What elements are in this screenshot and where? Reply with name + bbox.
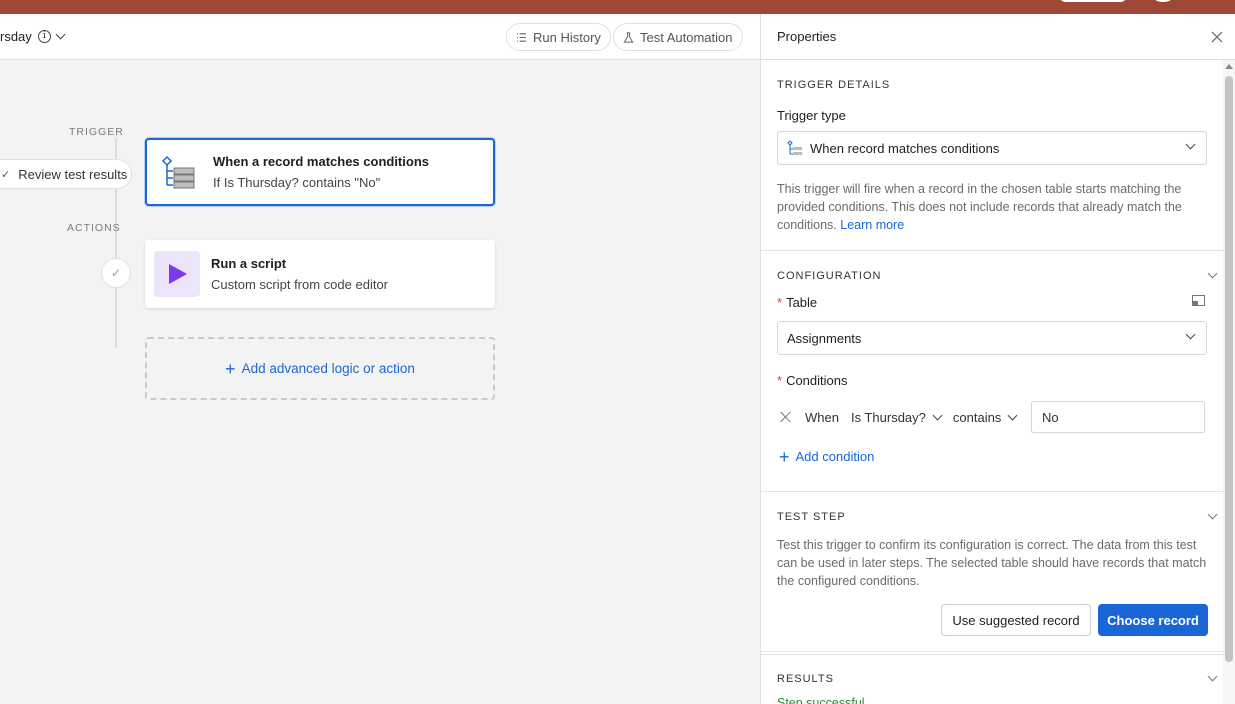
test-step-heading: TEST STEP bbox=[777, 511, 846, 523]
trigger-details-heading: TRIGGER DETAILS bbox=[777, 79, 891, 91]
expand-icon[interactable] bbox=[1192, 295, 1205, 306]
conditions-icon bbox=[787, 140, 802, 155]
test-automation-label: Test Automation bbox=[640, 29, 733, 45]
table-select[interactable]: Assignments bbox=[777, 321, 1207, 355]
chevron-down-icon[interactable] bbox=[1207, 509, 1218, 520]
test-step-description: Test this trigger to confirm its configu… bbox=[777, 538, 1207, 588]
trigger-section-label: TRIGGER bbox=[69, 126, 124, 138]
condition-value-input[interactable]: No bbox=[1031, 401, 1205, 433]
user-avatar[interactable] bbox=[1150, 0, 1176, 2]
trigger-description-text: This trigger will fire when a record in … bbox=[777, 182, 1182, 232]
trigger-type-label: Trigger type bbox=[777, 108, 846, 123]
check-icon: ✓ bbox=[1, 168, 11, 181]
conditions-label-text: Conditions bbox=[786, 373, 848, 388]
table-value: Assignments bbox=[787, 330, 862, 346]
flask-icon bbox=[623, 31, 634, 43]
add-logic-or-action-button[interactable]: + Add advanced logic or action bbox=[145, 337, 495, 400]
chevron-down-icon bbox=[1007, 410, 1018, 420]
action-card-run-script[interactable]: Run a script Custom script from code edi… bbox=[145, 240, 495, 308]
run-history-label: Run History bbox=[533, 29, 601, 45]
automation-name[interactable]: rsday i bbox=[0, 29, 66, 44]
trigger-card-title: When a record matches conditions bbox=[213, 154, 429, 169]
chevron-down-icon bbox=[932, 410, 943, 420]
condition-field-dropdown[interactable]: Is Thursday? bbox=[850, 409, 943, 425]
list-icon bbox=[516, 32, 527, 42]
table-label-text: Table bbox=[786, 295, 818, 310]
add-logic-label: Add advanced logic or action bbox=[241, 361, 415, 376]
condition-row: When Is Thursday? contains No bbox=[777, 401, 1207, 433]
trigger-card[interactable]: When a record matches conditions If Is T… bbox=[145, 138, 495, 206]
result-status: Step successful bbox=[777, 696, 865, 704]
conditions-label: * Conditions bbox=[777, 373, 848, 388]
conditions-icon bbox=[156, 149, 202, 195]
run-history-button[interactable]: Run History bbox=[506, 23, 611, 51]
results-heading: RESULTS bbox=[777, 673, 834, 685]
close-icon[interactable] bbox=[1209, 29, 1225, 45]
step-status-check-icon: ✓ bbox=[101, 258, 131, 288]
review-test-results-button[interactable]: ✓ Review test results bbox=[0, 159, 132, 189]
chevron-down-icon bbox=[1185, 139, 1196, 150]
trigger-card-subtitle: If Is Thursday? contains "No" bbox=[213, 175, 381, 190]
choose-record-button[interactable]: Choose record bbox=[1098, 604, 1208, 636]
trigger-details-section: TRIGGER DETAILS Trigger type When record… bbox=[761, 60, 1224, 251]
actions-section-label: ACTIONS bbox=[67, 222, 121, 234]
action-card-title: Run a script bbox=[211, 256, 287, 271]
automation-toolbar: rsday i Run History Test Automation bbox=[0, 14, 760, 60]
scrollbar-thumb[interactable] bbox=[1225, 76, 1233, 662]
plus-icon: + bbox=[779, 446, 790, 467]
panel-title: Properties bbox=[777, 29, 837, 44]
chevron-down-icon[interactable] bbox=[1207, 268, 1218, 279]
info-icon[interactable]: i bbox=[37, 30, 51, 43]
trigger-description: This trigger will fire when a record in … bbox=[777, 180, 1209, 234]
review-label: Review test results bbox=[18, 166, 128, 182]
condition-field: Is Thursday? bbox=[850, 409, 926, 425]
configuration-heading: CONFIGURATION bbox=[777, 270, 882, 282]
condition-operator-dropdown[interactable]: contains bbox=[952, 409, 1018, 425]
add-condition-button[interactable]: + Add condition bbox=[779, 446, 875, 467]
condition-value: No bbox=[1042, 409, 1059, 425]
required-marker: * bbox=[777, 295, 783, 310]
chevron-down-icon[interactable] bbox=[55, 29, 66, 40]
top-bar-button[interactable] bbox=[1060, 0, 1126, 2]
trigger-type-value: When record matches conditions bbox=[810, 140, 1000, 156]
action-card-subtitle: Custom script from code editor bbox=[211, 277, 389, 292]
chevron-down-icon[interactable] bbox=[1207, 671, 1218, 682]
automation-name-text: rsday bbox=[0, 29, 32, 44]
add-condition-label: Add condition bbox=[795, 449, 875, 464]
app-top-bar bbox=[0, 0, 1235, 14]
use-suggested-record-button[interactable]: Use suggested record bbox=[941, 604, 1091, 636]
scroll-up-icon[interactable] bbox=[1225, 64, 1233, 69]
table-label: * Table bbox=[777, 295, 817, 310]
condition-operator: contains bbox=[952, 409, 1002, 425]
trigger-type-select[interactable]: When record matches conditions bbox=[777, 131, 1207, 165]
properties-panel: Properties TRIGGER DETAILS Trigger type … bbox=[760, 14, 1235, 704]
remove-condition-icon[interactable] bbox=[781, 412, 791, 422]
learn-more-link[interactable]: Learn more bbox=[840, 218, 904, 232]
test-automation-button[interactable]: Test Automation bbox=[613, 23, 743, 51]
workflow-canvas: TRIGGER ACTIONS ✓ Review test results ✓ … bbox=[0, 60, 760, 704]
required-marker: * bbox=[777, 373, 783, 388]
plus-icon: + bbox=[225, 358, 236, 379]
chevron-down-icon bbox=[1185, 329, 1196, 340]
condition-when: When bbox=[805, 409, 839, 425]
play-icon bbox=[154, 251, 200, 297]
